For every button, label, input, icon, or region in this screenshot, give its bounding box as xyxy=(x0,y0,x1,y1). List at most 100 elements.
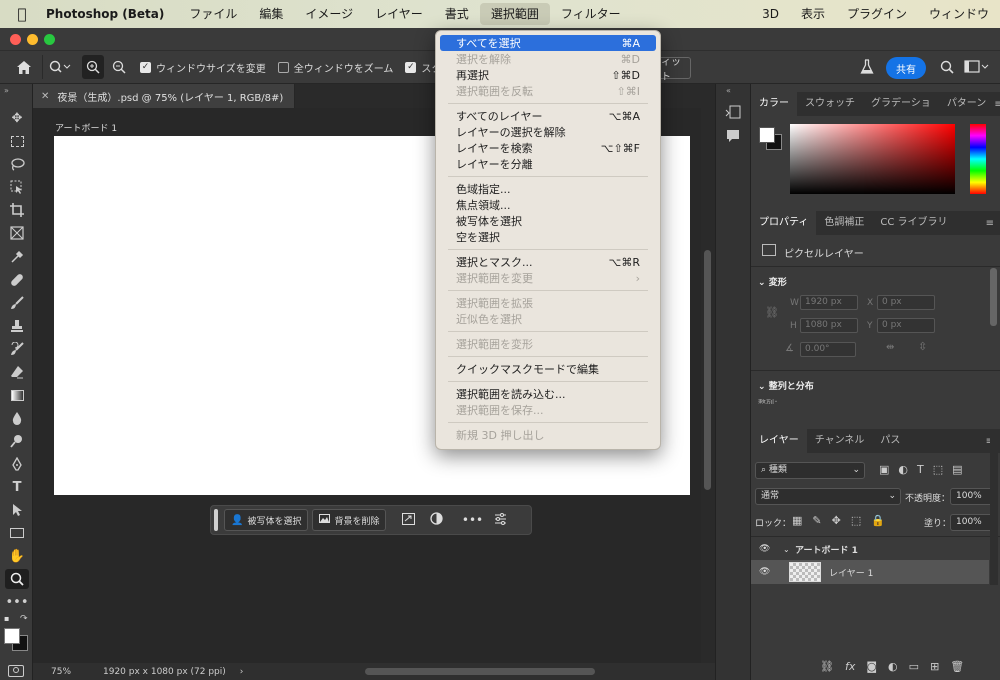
document-info[interactable]: 1920 px x 1080 px (72 ppi) xyxy=(103,667,226,677)
app-menu[interactable]: Photoshop (Beta) xyxy=(44,3,178,25)
layer-row-layer1[interactable]: 👁 レイヤー 1 xyxy=(751,560,989,584)
zoom-tool-icon[interactable] xyxy=(5,569,29,589)
share-button[interactable]: 共有 xyxy=(886,57,926,79)
settings-sliders-icon[interactable] xyxy=(486,512,514,528)
menu-layer[interactable]: レイヤー xyxy=(364,3,434,25)
menu-select[interactable]: 選択範囲 xyxy=(479,3,550,25)
hand-tool-icon[interactable]: ✋ xyxy=(5,546,29,566)
filter-type-icon[interactable]: T xyxy=(917,463,924,476)
brush-tool-icon[interactable] xyxy=(5,293,29,313)
panel-menu-icon[interactable]: ≡ xyxy=(994,99,1000,110)
zoom-window-button[interactable] xyxy=(44,34,55,45)
dodge-tool-icon[interactable] xyxy=(5,431,29,451)
fx-icon[interactable]: fx xyxy=(845,660,855,673)
transform-section-toggle[interactable]: ⌄ 変形 xyxy=(758,275,787,288)
blend-mode-select[interactable]: 通常 ⌄ xyxy=(755,488,901,505)
menu-type[interactable]: 書式 xyxy=(434,3,480,25)
tab-cc-libraries[interactable]: CC ライブラリ xyxy=(872,211,955,235)
tab-gradients[interactable]: グラデーショ xyxy=(863,92,939,116)
blur-tool-icon[interactable] xyxy=(5,408,29,428)
filter-adjustment-icon[interactable]: ◐ xyxy=(898,463,908,476)
transform-icon[interactable] xyxy=(394,512,422,528)
menu-item[interactable]: クイックマスクモードで編集 xyxy=(440,361,656,377)
home-icon[interactable] xyxy=(6,55,42,79)
swap-colors-icon[interactable]: ↷ xyxy=(20,614,28,624)
link-icon[interactable]: ⛓ xyxy=(765,306,779,319)
layer-row-artboard[interactable]: 👁 ⌄ アートボード 1 xyxy=(751,537,989,561)
eyedropper-tool-icon[interactable] xyxy=(5,247,29,267)
default-colors-icon[interactable]: ▪ xyxy=(4,614,9,623)
menu-item[interactable]: すべてのレイヤー ⌥⌘A xyxy=(440,108,656,124)
comments-icon[interactable] xyxy=(725,128,741,147)
tab-layers[interactable]: レイヤー xyxy=(751,429,807,453)
lock-artboard-icon[interactable]: ⬚ xyxy=(851,514,861,527)
y-field[interactable]: 0 px xyxy=(877,318,935,333)
eraser-tool-icon[interactable] xyxy=(5,362,29,382)
tab-patterns[interactable]: パターン xyxy=(939,92,995,116)
x-field[interactable]: 0 px xyxy=(877,295,935,310)
chevron-right-icon[interactable]: › xyxy=(240,667,244,677)
gradient-tool-icon[interactable] xyxy=(5,385,29,405)
trash-icon[interactable]: 🗑 xyxy=(950,660,964,673)
tab-swatches[interactable]: スウォッチ xyxy=(797,92,863,116)
flask-icon[interactable] xyxy=(860,59,874,78)
new-group-icon[interactable]: ▭ xyxy=(909,660,919,673)
hue-slider[interactable] xyxy=(970,124,986,194)
chevron-down-icon[interactable]: ⌄ xyxy=(783,545,795,554)
marquee-tool-icon[interactable] xyxy=(5,131,29,151)
document-tab[interactable]: ✕ 夜景（生成）.psd @ 75% (レイヤー 1, RGB/8#) xyxy=(33,84,295,108)
menu-image[interactable]: イメージ xyxy=(294,3,364,25)
tab-adjustments[interactable]: 色調補正 xyxy=(816,211,872,235)
resize-window-checkbox[interactable]: ✓ ウィンドウサイズを変更 xyxy=(140,60,266,75)
angle-field[interactable]: 0.00° xyxy=(800,342,856,357)
more-tools-icon[interactable]: ••• xyxy=(5,592,29,612)
fit-screen-button[interactable]: ィット xyxy=(661,57,691,83)
type-tool-icon[interactable]: T xyxy=(5,477,29,497)
stamp-tool-icon[interactable] xyxy=(5,316,29,336)
crop-tool-icon[interactable] xyxy=(5,200,29,220)
path-selection-tool-icon[interactable] xyxy=(5,500,29,520)
pen-tool-icon[interactable] xyxy=(5,454,29,474)
align-section-toggle[interactable]: ⌄ 整列と分布 xyxy=(758,379,814,392)
menu-item[interactable]: 空を選択 xyxy=(440,229,656,245)
drag-handle[interactable] xyxy=(214,509,218,531)
zoom-all-checkbox[interactable]: 全ウィンドウをズーム xyxy=(277,60,393,75)
artboard-label[interactable]: アートボード 1 xyxy=(55,121,117,134)
lock-all-icon[interactable]: 🔒 xyxy=(871,514,885,527)
layers-scroll-track[interactable] xyxy=(990,430,998,585)
close-window-button[interactable] xyxy=(10,34,21,45)
lock-position-icon[interactable]: ✥ xyxy=(832,514,841,527)
menu-item[interactable]: 選択とマスク... ⌥⌘R xyxy=(440,254,656,270)
flip-vertical-icon[interactable]: ⇳ xyxy=(918,340,927,353)
menu-item[interactable]: 焦点領域... xyxy=(440,197,656,213)
workspace-icon[interactable] xyxy=(964,60,990,77)
adjustment-icon[interactable] xyxy=(422,512,450,528)
filter-smart-object-icon[interactable]: ▤ xyxy=(952,463,962,476)
tab-channels[interactable]: チャンネル xyxy=(807,429,873,453)
zoom-level[interactable]: 75% xyxy=(51,667,103,677)
move-tool-icon[interactable]: ✥ xyxy=(5,108,29,128)
layer-filter-select[interactable]: ⌕ 種類 ⌄ xyxy=(755,462,865,479)
width-field[interactable]: 1920 px xyxy=(800,295,858,310)
menu-item[interactable]: レイヤーを分離 xyxy=(440,156,656,172)
menu-edit[interactable]: 編集 xyxy=(248,3,294,25)
lasso-tool-icon[interactable] xyxy=(5,154,29,174)
collapse-icon[interactable]: « xyxy=(726,86,731,95)
menu-item[interactable]: すべてを選択 ⌘A xyxy=(440,35,656,51)
menu-window[interactable]: ウィンドウ xyxy=(918,3,1000,25)
eye-icon[interactable]: 👁 xyxy=(759,567,789,577)
menu-3d[interactable]: 3D xyxy=(751,3,790,25)
close-tab-icon[interactable]: ✕ xyxy=(41,91,49,102)
tab-color[interactable]: カラー xyxy=(751,92,797,116)
minimize-window-button[interactable] xyxy=(27,34,38,45)
history-icon[interactable] xyxy=(725,104,741,123)
menu-plugins[interactable]: プラグイン xyxy=(836,3,918,25)
select-subject-button[interactable]: 👤 被写体を選択 xyxy=(224,509,309,531)
apple-icon[interactable]:  xyxy=(0,5,44,23)
history-brush-tool-icon[interactable] xyxy=(5,339,29,359)
search-icon[interactable] xyxy=(940,60,954,77)
eye-icon[interactable]: 👁 xyxy=(759,544,781,554)
menu-item[interactable]: レイヤーの選択を解除 xyxy=(440,124,656,140)
menu-item[interactable]: 選択範囲を読み込む... xyxy=(440,386,656,402)
panel-menu-icon[interactable]: ≡ xyxy=(986,218,994,229)
